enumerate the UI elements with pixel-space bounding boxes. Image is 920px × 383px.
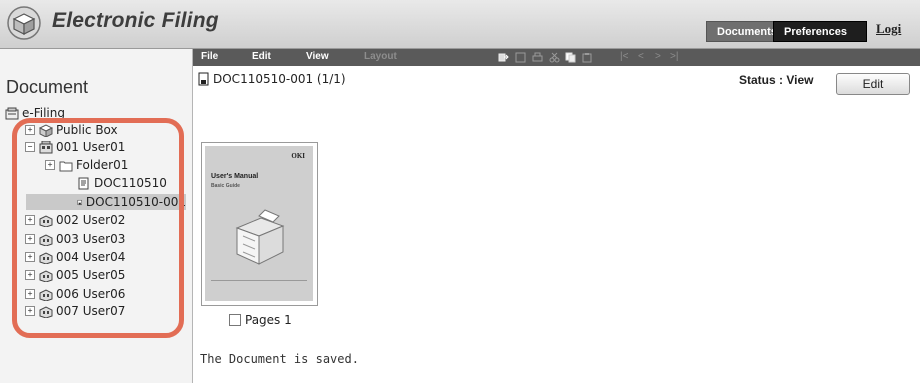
status-message: The Document is saved. (200, 352, 359, 366)
thumbnail-page: OKI User's Manual Basic Guide (205, 146, 313, 301)
highlight-callout (12, 118, 184, 338)
menu-edit[interactable]: Edit (252, 51, 271, 62)
menu-bar: File Edit View Layout |< < > >| (193, 49, 920, 66)
pages-label: Pages 1 (245, 313, 292, 327)
paste-icon[interactable] (582, 52, 593, 63)
page-thumbnail[interactable]: OKI User's Manual Basic Guide (201, 142, 318, 306)
top-bar: Electronic Filing Documents Preferences … (0, 0, 920, 49)
preferences-tab[interactable]: Preferences (773, 21, 867, 42)
thumbnail-footer (211, 280, 307, 287)
pages-row: Pages 1 (229, 313, 292, 327)
edit-button[interactable]: Edit (836, 73, 910, 95)
first-page-icon[interactable]: |< (620, 51, 628, 62)
thumbnail-heading: User's Manual (211, 173, 259, 180)
app-title: Electronic Filing (52, 9, 219, 32)
login-link[interactable]: Logi (876, 21, 901, 37)
cabinet-icon (5, 107, 19, 119)
thumbnail-subheading: Basic Guide (211, 183, 240, 189)
print-icon[interactable] (532, 52, 543, 63)
sidebar-title: Document (6, 77, 89, 97)
printer-illustration (235, 209, 285, 265)
document-icon (198, 72, 209, 86)
menu-file[interactable]: File (201, 51, 218, 62)
thumbnail-brand: OKI (291, 152, 305, 160)
prev-page-icon[interactable]: < (638, 51, 644, 62)
copy-icon[interactable] (565, 52, 576, 63)
copy-to-icon[interactable] (498, 52, 509, 63)
document-title: DOC110510-001 (1/1) (213, 72, 346, 86)
page-checkbox[interactable] (229, 314, 241, 326)
menu-view[interactable]: View (306, 51, 329, 62)
menu-layout[interactable]: Layout (364, 51, 397, 62)
status-text: Status : View (739, 73, 814, 87)
save-icon[interactable] (515, 52, 526, 63)
last-page-icon[interactable]: >| (670, 51, 678, 62)
cut-icon[interactable] (549, 52, 560, 63)
box-logo-icon (7, 6, 41, 40)
next-page-icon[interactable]: > (655, 51, 661, 62)
